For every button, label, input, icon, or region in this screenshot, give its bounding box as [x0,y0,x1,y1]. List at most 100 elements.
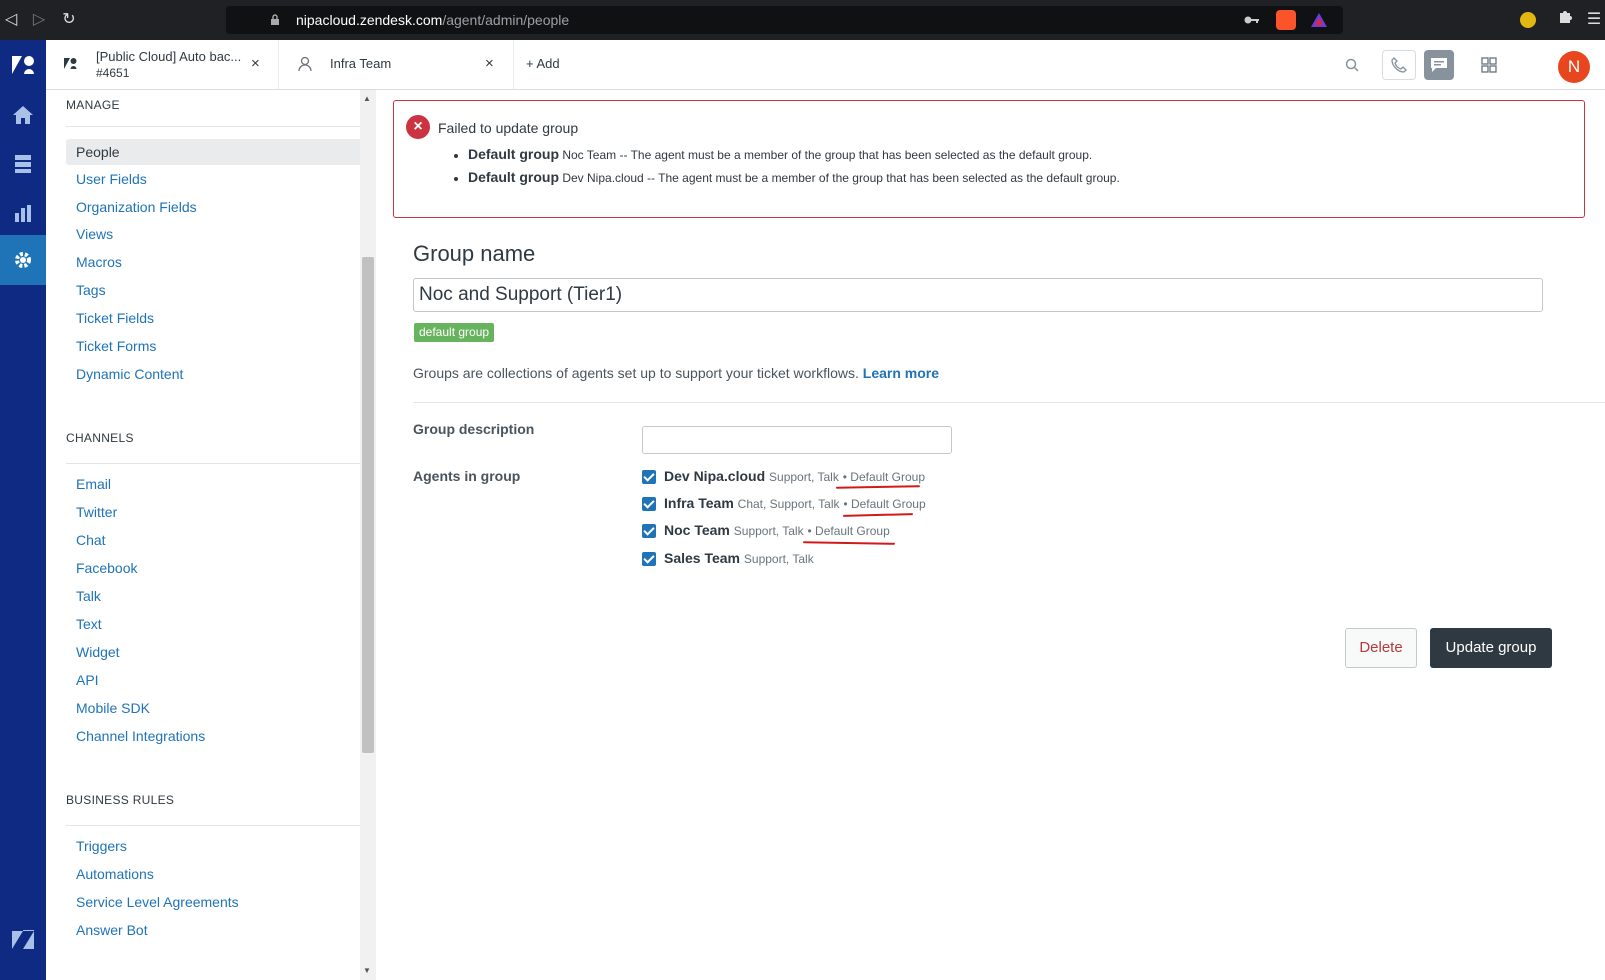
section-title-business-rules: BUSINESS RULES [66,793,175,807]
top-bar: [Public Cloud] Auto bac... #4651 × Infra… [46,40,1605,90]
reload-icon[interactable]: ↻ [58,9,80,31]
sidebar-item-tags[interactable]: Tags [76,282,106,298]
sidebar-item-chat[interactable]: Chat [76,532,106,548]
reporting-icon[interactable] [0,188,46,238]
url-path: /agent/admin/people [442,12,570,28]
browser-toolbar: ◁ ▷ ↻ nipacloud.zendesk.com/agent/admin/… [0,0,1605,40]
sidebar-item-email[interactable]: Email [76,476,111,492]
tab-ticket-number: #4651 [96,66,130,80]
intro-text: Groups are collections of agents set up … [413,365,939,381]
error-item-message: Dev Nipa.cloud -- The agent must be a me… [562,171,1120,185]
ticket-icon [64,58,77,69]
sidebar-item-ticket-forms[interactable]: Ticket Forms [76,338,156,354]
agent-roles: Support, Talk [769,470,839,484]
group-name-input[interactable] [413,278,1543,312]
sidebar-item-sla[interactable]: Service Level Agreements [76,894,239,910]
sidebar-item-organization-fields[interactable]: Organization Fields [76,199,197,215]
divider [66,463,375,464]
search-icon[interactable] [1336,50,1368,80]
sidebar-item-automations[interactable]: Automations [76,866,154,882]
url-host: nipacloud.zendesk.com [296,12,443,28]
admin-gear-icon[interactable] [0,235,46,285]
agent-name: Noc Team [664,522,730,538]
user-icon [298,56,312,72]
sidebar-item-channel-integrations[interactable]: Channel Integrations [76,728,205,744]
sidebar-item-widget[interactable]: Widget [76,644,120,660]
error-item: Default group Dev Nipa.cloud -- The agen… [468,168,1120,191]
close-icon[interactable]: × [485,55,494,72]
delete-button[interactable]: Delete [1345,628,1417,668]
home-icon[interactable] [0,90,46,140]
tab-infra-team[interactable]: Infra Team × [279,40,514,89]
divider [66,825,375,826]
learn-more-link[interactable]: Learn more [863,365,939,381]
main-content: × Failed to update group Default group N… [377,90,1605,980]
divider [66,126,375,127]
error-x-icon: × [406,115,430,139]
close-icon[interactable]: × [251,55,260,72]
agent-roles: Support, Talk [743,552,814,566]
brave-shield-icon[interactable] [1276,10,1296,30]
divider [413,402,1605,403]
address-bar[interactable]: nipacloud.zendesk.com/agent/admin/people [226,6,1343,34]
phone-icon[interactable] [1382,50,1416,80]
error-alert: × Failed to update group Default group N… [393,100,1585,218]
section-title-manage: MANAGE [66,98,120,112]
views-icon[interactable] [0,139,46,189]
sidebar-item-api[interactable]: API [76,672,99,688]
agent-checkbox[interactable] [642,524,656,538]
back-icon[interactable]: ◁ [0,9,22,31]
menu-icon[interactable]: ☰ [1583,9,1605,31]
error-item: Default group Noc Team -- The agent must… [468,145,1120,168]
sidebar-item-people[interactable]: People [76,144,120,160]
sidebar-item-text[interactable]: Text [76,616,102,632]
brave-rewards-icon[interactable] [1310,11,1328,29]
tab-ticket-title: [Public Cloud] Auto bac... [96,49,242,64]
zendesk-z-icon[interactable] [0,915,46,965]
extension-icon[interactable] [1520,12,1536,28]
agent-checkbox[interactable] [642,470,656,484]
intro-text-body: Groups are collections of agents set up … [413,365,859,381]
sidebar-item-dynamic-content[interactable]: Dynamic Content [76,366,183,382]
update-group-button[interactable]: Update group [1430,628,1552,668]
sidebar-scrollbar-thumb[interactable] [362,257,374,753]
key-icon[interactable] [1244,14,1260,26]
forward-icon[interactable]: ▷ [28,9,50,31]
annotation-underline [842,513,914,517]
lock-icon [271,14,279,25]
product-grid-icon[interactable] [1473,50,1505,80]
default-group-badge: default group [414,323,495,342]
scroll-up-icon[interactable]: ▲ [363,94,371,103]
annotation-underline [802,541,896,545]
agent-default-group: • Default Group [842,470,926,484]
sidebar-item-talk[interactable]: Talk [76,588,101,604]
group-description-label: Group description [413,421,535,437]
avatar[interactable]: N [1558,51,1590,83]
agent-default-group: • Default Group [843,497,926,511]
sidebar-item-twitter[interactable]: Twitter [76,504,117,520]
scroll-down-icon[interactable]: ▼ [363,966,371,975]
admin-sidebar: MANAGE People User Fields Organization F… [46,90,376,980]
error-item-label: Default group [468,146,559,162]
chat-icon[interactable] [1424,50,1454,80]
annotation-underline [835,485,921,489]
sidebar-item-triggers[interactable]: Triggers [76,838,127,854]
sidebar-item-user-fields[interactable]: User Fields [76,171,147,187]
sidebar-item-ticket-fields[interactable]: Ticket Fields [76,310,154,326]
agent-checkbox[interactable] [642,497,656,511]
tab-ticket[interactable]: [Public Cloud] Auto bac... #4651 × [46,40,279,89]
agents-in-group-label: Agents in group [413,468,521,484]
zendesk-logo-icon[interactable] [0,40,46,90]
sidebar-item-macros[interactable]: Macros [76,254,122,270]
agent-name: Sales Team [664,550,741,566]
puzzle-icon[interactable] [1554,9,1576,31]
add-tab-label: Add [536,56,560,71]
add-tab-button[interactable]: + Add [526,56,560,71]
sidebar-item-views[interactable]: Views [76,226,113,242]
sidebar-item-answer-bot[interactable]: Answer Bot [76,922,148,938]
sidebar-item-mobile-sdk[interactable]: Mobile SDK [76,700,150,716]
group-name-label: Group name [413,241,536,266]
sidebar-item-facebook[interactable]: Facebook [76,560,137,576]
group-description-input[interactable] [642,426,952,454]
agent-checkbox[interactable] [642,552,656,566]
